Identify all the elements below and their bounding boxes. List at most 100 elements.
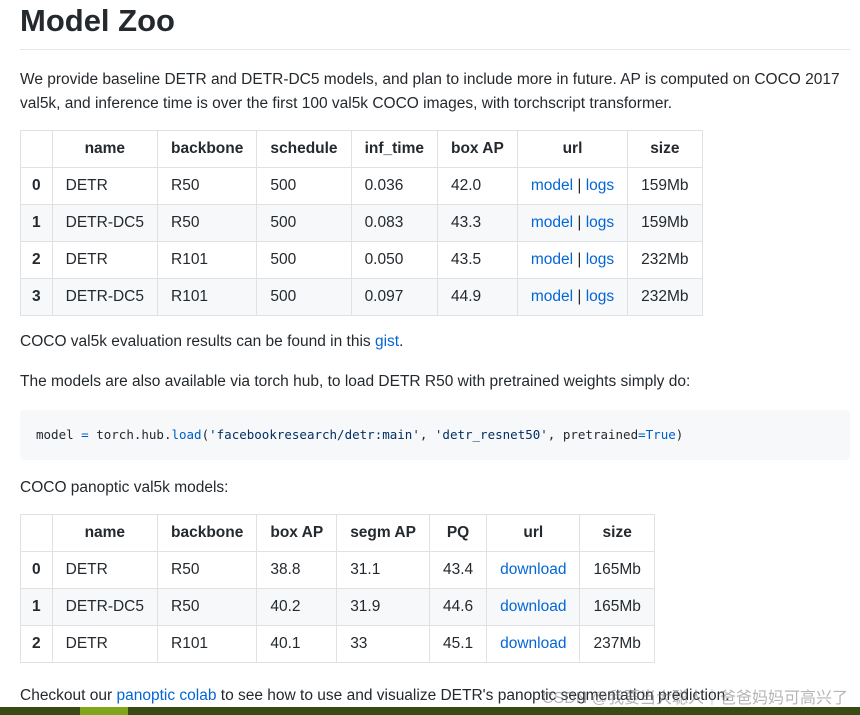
gist-period: .	[399, 333, 404, 350]
model-url-cell: model | logs	[516, 241, 629, 279]
code-block: model = torch.hub.load('facebookresearch…	[20, 410, 850, 460]
table-header-row: name backbone box AP segm AP PQ url size	[20, 514, 655, 552]
intro-paragraph: We provide baseline DETR and DETR-DC5 mo…	[20, 71, 840, 112]
model-inf-time: 0.036	[350, 167, 439, 205]
row-index: 2	[20, 241, 53, 279]
panoptic-table: name backbone box AP segm AP PQ url size…	[20, 514, 655, 663]
readme-content: Model Zoo We provide baseline DETR and D…	[20, 0, 850, 663]
code-string-model: 'detr_resnet50'	[434, 427, 548, 442]
model-url-cell: model | logs	[516, 204, 629, 242]
page-title: Model Zoo	[20, 0, 850, 50]
column-header-box-ap: box AP	[437, 130, 518, 168]
csdn-watermark: CSDN @我要当大聪人｜爸爸妈妈可高兴了	[541, 690, 848, 707]
column-header-size: size	[579, 514, 655, 552]
model-link[interactable]: model	[531, 251, 573, 268]
model-url-cell: download	[486, 588, 581, 626]
model-link[interactable]: model	[531, 288, 573, 305]
colab-text-pre: Checkout our	[20, 687, 117, 704]
code-comma: ,	[419, 427, 435, 442]
model-segm-ap: 31.9	[336, 588, 430, 626]
column-header-index	[20, 514, 53, 552]
model-schedule: 500	[256, 278, 352, 316]
models-table: name backbone schedule inf_time box AP u…	[20, 130, 703, 316]
model-size: 237Mb	[579, 625, 655, 663]
code-string-repo: 'facebookresearch/detr:main'	[209, 427, 420, 442]
link-separator: |	[577, 214, 582, 231]
panoptic-paragraph: COCO panoptic val5k models:	[20, 479, 229, 496]
model-backbone: R101	[156, 625, 258, 663]
code-operator: =	[638, 427, 646, 442]
model-pq: 45.1	[428, 625, 488, 663]
gist-paragraph: COCO val5k evaluation results can be fou…	[20, 330, 850, 354]
column-header-backbone: backbone	[156, 130, 258, 168]
model-inf-time: 0.097	[350, 278, 439, 316]
table-row: 3 DETR-DC5 R101 500 0.097 44.9 model | l…	[20, 278, 703, 316]
link-separator: |	[577, 288, 582, 305]
model-segm-ap: 31.1	[336, 551, 430, 589]
model-inf-time: 0.083	[350, 204, 439, 242]
model-backbone: R101	[156, 278, 258, 316]
code-paren-open: (	[201, 427, 210, 442]
model-name: DETR	[51, 167, 159, 205]
model-box-ap: 42.0	[437, 167, 518, 205]
torch-hub-paragraph: The models are also available via torch …	[20, 373, 691, 390]
model-schedule: 500	[256, 167, 352, 205]
table-row: 1 DETR-DC5 R50 40.2 31.9 44.6 download 1…	[20, 588, 655, 626]
column-header-schedule: schedule	[256, 130, 352, 168]
table-row: 0 DETR R50 500 0.036 42.0 model | logs 1…	[20, 167, 703, 205]
download-link[interactable]: download	[500, 598, 566, 615]
model-box-ap: 38.8	[256, 551, 338, 589]
download-link[interactable]: download	[500, 635, 566, 652]
logs-link[interactable]: logs	[586, 214, 614, 231]
model-box-ap: 44.9	[437, 278, 518, 316]
row-index: 1	[20, 588, 53, 626]
model-box-ap: 40.1	[256, 625, 338, 663]
logs-link[interactable]: logs	[586, 177, 614, 194]
model-link[interactable]: model	[531, 177, 573, 194]
model-name: DETR	[51, 625, 159, 663]
model-size: 165Mb	[579, 551, 655, 589]
column-header-box-ap: box AP	[256, 514, 338, 552]
gist-text: COCO val5k evaluation results can be fou…	[20, 333, 371, 350]
bottom-scrollbar[interactable]	[0, 707, 860, 715]
model-pq: 44.6	[428, 588, 488, 626]
model-backbone: R101	[156, 241, 258, 279]
code-operator: =	[81, 427, 89, 442]
code-function: load	[171, 427, 202, 442]
model-inf-time: 0.050	[350, 241, 439, 279]
code-keyword: True	[645, 427, 676, 442]
panoptic-colab-link[interactable]: panoptic colab	[117, 687, 217, 704]
model-size: 159Mb	[627, 167, 703, 205]
table-row: 2 DETR R101 40.1 33 45.1 download 237Mb	[20, 625, 655, 663]
logs-link[interactable]: logs	[586, 251, 614, 268]
column-header-inf-time: inf_time	[350, 130, 439, 168]
model-box-ap: 43.5	[437, 241, 518, 279]
logs-link[interactable]: logs	[586, 288, 614, 305]
row-index: 0	[20, 167, 53, 205]
model-name: DETR-DC5	[51, 204, 159, 242]
scrollbar-thumb[interactable]	[80, 707, 128, 715]
link-separator: |	[577, 177, 582, 194]
row-index: 3	[20, 278, 53, 316]
model-schedule: 500	[256, 204, 352, 242]
model-name: DETR	[51, 551, 159, 589]
code-var: model	[36, 427, 82, 442]
table-header-row: name backbone schedule inf_time box AP u…	[20, 130, 703, 168]
row-index: 1	[20, 204, 53, 242]
gist-link[interactable]: gist	[375, 333, 399, 350]
column-header-segm-ap: segm AP	[336, 514, 430, 552]
model-backbone: R50	[156, 551, 258, 589]
row-index: 0	[20, 551, 53, 589]
column-header-url: url	[516, 130, 629, 168]
model-url-cell: model | logs	[516, 278, 629, 316]
model-size: 232Mb	[627, 241, 703, 279]
model-backbone: R50	[156, 588, 258, 626]
table-row: 2 DETR R101 500 0.050 43.5 model | logs …	[20, 241, 703, 279]
column-header-index	[20, 130, 53, 168]
download-link[interactable]: download	[500, 561, 566, 578]
model-backbone: R50	[156, 167, 258, 205]
model-link[interactable]: model	[531, 214, 573, 231]
model-size: 159Mb	[627, 204, 703, 242]
model-name: DETR	[51, 241, 159, 279]
column-header-size: size	[627, 130, 703, 168]
